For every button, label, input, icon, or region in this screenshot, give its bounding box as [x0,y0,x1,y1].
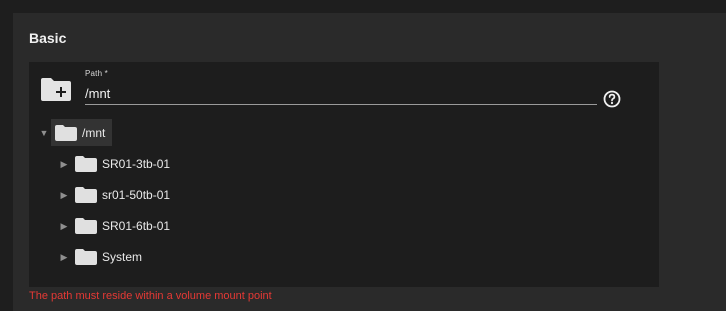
folder-icon [75,218,97,234]
validation-error: The path must reside within a volume mou… [29,290,272,302]
tree-node-root[interactable]: ▼ /mnt [38,121,105,145]
folder-icon [75,187,97,203]
tree-node-system[interactable]: ▶ System [58,245,142,269]
folder-icon [55,125,77,141]
create-folder-icon[interactable] [40,76,72,102]
basic-card: Basic Path * ▼ /mnt [13,13,726,311]
folder-icon [75,249,97,265]
path-input[interactable] [85,82,597,105]
tree-node-label: SR01-6tb-01 [102,219,171,233]
caret-right-icon[interactable]: ▶ [58,159,70,170]
folder-icon [75,156,97,172]
file-explorer: Path * ▼ /mnt ▶ SR01-3tb-01 [29,62,659,287]
caret-right-icon[interactable]: ▶ [58,221,70,232]
tree-node-sr01-6tb-01[interactable]: ▶ SR01-6tb-01 [58,214,170,238]
tree-node-label: /mnt [82,126,106,140]
tree-node-label: sr01-50tb-01 [102,188,171,202]
tree-node-sr01-50tb-01[interactable]: ▶ sr01-50tb-01 [58,183,170,207]
tree-node-label: System [102,250,143,264]
tree-node-sr01-3tb-01[interactable]: ▶ SR01-3tb-01 [58,152,170,176]
caret-down-icon[interactable]: ▼ [38,128,50,138]
section-title: Basic [29,30,67,46]
caret-right-icon[interactable]: ▶ [58,190,70,201]
help-circle-icon[interactable] [603,90,621,108]
path-label: Path * [85,69,108,78]
path-field: Path * [85,67,597,105]
caret-right-icon[interactable]: ▶ [58,252,70,263]
tree-node-label: SR01-3tb-01 [102,157,171,171]
